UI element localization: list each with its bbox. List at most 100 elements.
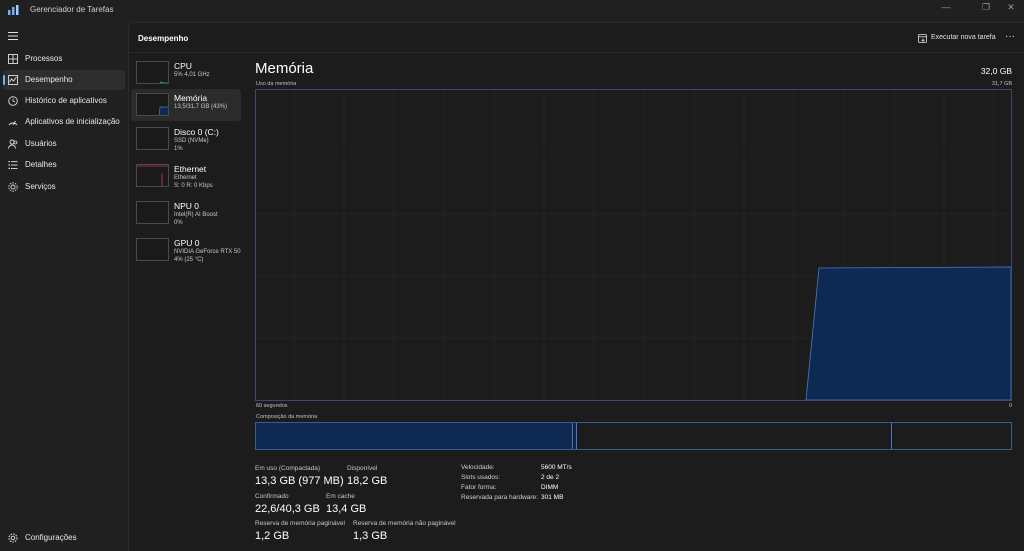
stat-paged-pool: Reserva de memória paginável 1,2 GB [255, 520, 345, 542]
sidebar-item-label: Usuários [25, 139, 57, 148]
perf-item-sub2: 4% (25 °C) [174, 257, 204, 263]
stat-label: Em cache [326, 493, 355, 500]
perf-item-cpu[interactable]: CPU 5% 4,01 GHz [131, 57, 241, 89]
sidebar-item-label: Histórico de aplicativos [25, 96, 107, 105]
spec-label: Reservada para hardware: [461, 494, 538, 501]
grid-icon [8, 54, 18, 64]
run-new-task-label: Executar nova tarefa [931, 34, 996, 41]
perf-item-npu[interactable]: NPU 0 Intel(R) AI Boost 0% [131, 197, 241, 229]
task-manager-icon [8, 5, 19, 15]
perf-item-sub: 5% 4,01 GHz [174, 72, 210, 78]
perf-item-sub: Ethernet [174, 175, 197, 181]
stat-in-use: Em uso (Compactada) 13,3 GB (977 MB) [255, 465, 344, 487]
title-bar: Gerenciador de Tarefas — ❐ ✕ [0, 0, 1024, 22]
composition-free [892, 423, 1011, 449]
spec-label: Fator forma: [461, 484, 497, 491]
memory-composition-label: Composição da memória [256, 414, 318, 420]
disk-thumbnail [136, 127, 169, 150]
memory-usage-max: 31,7 GB [991, 81, 1012, 87]
sidebar: Processos Desempenho Histórico de aplica… [0, 22, 128, 551]
stat-value: 22,6/40,3 GB [255, 503, 320, 515]
memory-usage-label: Uso da memória [256, 81, 297, 87]
stat-label: Disponível [347, 465, 378, 472]
stat-label: Em uso (Compactada) [255, 465, 321, 472]
stat-value: 1,3 GB [353, 530, 388, 542]
perf-item-title: CPU [174, 61, 192, 71]
run-task-icon [918, 34, 927, 43]
sidebar-item-label: Serviços [25, 182, 56, 191]
sidebar-item-label: Configurações [25, 533, 77, 542]
spec-value: 301 MB [541, 494, 564, 501]
stat-value: 13,4 GB [326, 503, 367, 515]
spec-value: 5600 MT/s [541, 464, 572, 471]
page-title: Desempenho [138, 34, 189, 43]
memory-composition-bar [255, 422, 1012, 450]
stat-label: Reserva de memória não paginável [353, 520, 456, 527]
sidebar-item-services[interactable]: Serviços [0, 177, 128, 197]
composition-standby [576, 423, 892, 449]
startup-icon [8, 120, 18, 126]
ethernet-thumbnail [136, 164, 169, 187]
spec-label: Slots usados: [461, 474, 501, 481]
spec-value: DIMM [541, 484, 559, 491]
perf-item-disk[interactable]: Disco 0 (C:) SSD (NVMe) 1% [131, 123, 241, 155]
perf-item-sub2: S: 0 R: 0 Kbps [174, 183, 213, 189]
spec-label: Velocidade: [461, 464, 495, 471]
perf-item-sub: SSD (NVMe) [174, 138, 209, 144]
close-button[interactable]: ✕ [996, 0, 1024, 16]
cpu-thumbnail [136, 61, 169, 84]
sidebar-item-app-history[interactable]: Histórico de aplicativos [0, 91, 128, 111]
memory-total: 32,0 GB [980, 66, 1012, 76]
app-title: Gerenciador de Tarefas [30, 5, 114, 14]
graph-axis-right: 0 [1008, 403, 1012, 409]
perf-item-gpu[interactable]: GPU 0 NVIDIA GeForce RTX 50 4% (25 °C) [131, 234, 241, 266]
memory-panel: Memória 32,0 GB Uso da memória 31,7 GB 6… [255, 57, 1015, 547]
sidebar-item-label: Aplicativos de inicialização [25, 117, 120, 126]
sidebar-item-settings[interactable]: Configurações [0, 528, 128, 548]
perf-item-title: Ethernet [174, 164, 207, 174]
graph-axis-left: 60 segundos [256, 403, 288, 409]
minimize-button[interactable]: — [931, 0, 961, 16]
stat-value: 18,2 GB [347, 475, 388, 487]
gear-icon [8, 533, 18, 543]
memory-graph-svg [256, 90, 1012, 401]
history-icon [8, 96, 18, 106]
hamburger-menu-icon[interactable] [8, 32, 18, 40]
sidebar-item-users[interactable]: Usuários [0, 134, 128, 154]
active-indicator [3, 75, 5, 85]
perf-item-ethernet[interactable]: Ethernet Ethernet S: 0 R: 0 Kbps [131, 160, 241, 192]
sidebar-item-startup-apps[interactable]: Aplicativos de inicialização [0, 112, 128, 132]
sidebar-item-processes[interactable]: Processos [0, 49, 128, 69]
details-icon [8, 161, 18, 169]
stat-cached: Em cache 13,4 GB [326, 493, 366, 515]
memory-usage-graph [255, 89, 1012, 401]
perf-item-sub: 13,5/31,7 GB (43%) [174, 104, 228, 110]
content-area: Desempenho Executar nova tarefa ··· CPU … [128, 22, 1024, 551]
perf-item-memory[interactable]: Memória 13,5/31,7 GB (43%) [131, 89, 241, 121]
perf-item-title: NPU 0 [174, 201, 200, 211]
stat-value: 13,3 GB (977 MB) [255, 475, 344, 487]
stat-committed: Confirmado 22,6/40,3 GB [255, 493, 320, 515]
gpu-thumbnail [136, 238, 169, 261]
stat-label: Reserva de memória paginável [255, 520, 345, 527]
perf-item-sub2: 1% [174, 146, 183, 152]
perf-item-title: Disco 0 (C:) [174, 127, 219, 137]
performance-icon [8, 75, 18, 85]
stat-available: Disponível 18,2 GB [347, 465, 387, 487]
header-divider [129, 52, 1024, 53]
services-icon [8, 182, 18, 192]
memory-title: Memória [255, 60, 314, 77]
perf-item-sub2: 0% [174, 220, 183, 226]
more-options-button[interactable]: ··· [1005, 31, 1015, 42]
stat-nonpaged-pool: Reserva de memória não paginável 1,3 GB [353, 520, 456, 542]
composition-in-use [256, 423, 573, 449]
sidebar-item-details[interactable]: Detalhes [0, 155, 128, 175]
sidebar-item-label: Processos [25, 54, 63, 63]
sidebar-item-label: Desempenho [25, 75, 73, 84]
memory-thumbnail [136, 93, 169, 116]
perf-item-sub: NVIDIA GeForce RTX 50 [174, 249, 241, 255]
perf-item-title: Memória [174, 93, 208, 103]
perf-item-title: GPU 0 [174, 238, 200, 248]
npu-thumbnail [136, 201, 169, 224]
sidebar-item-performance[interactable]: Desempenho [3, 70, 125, 90]
